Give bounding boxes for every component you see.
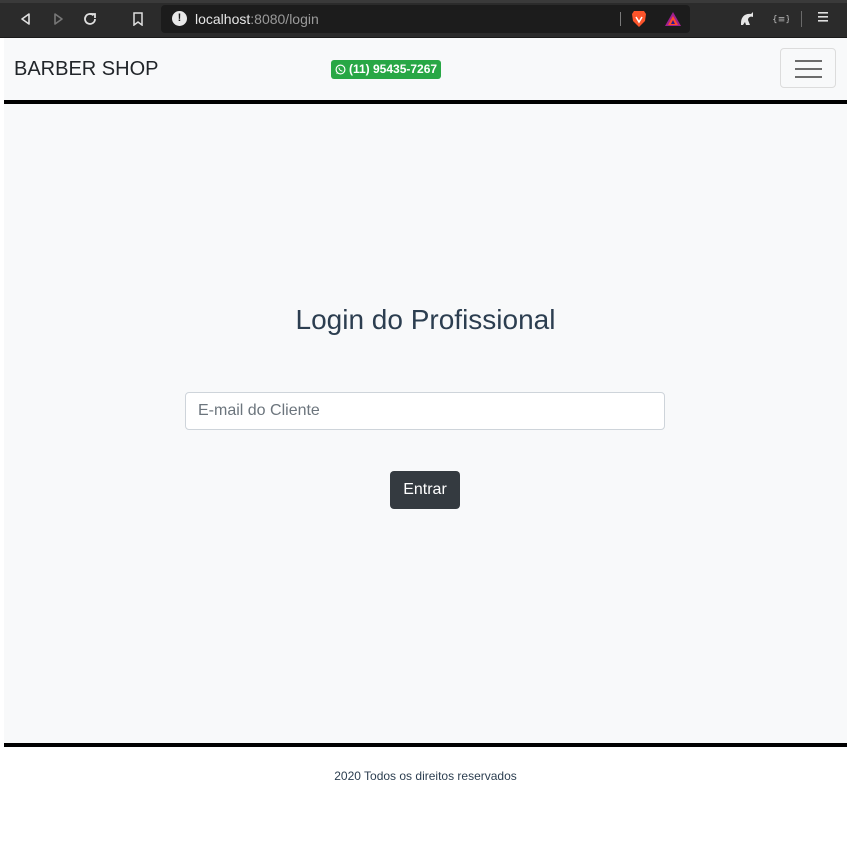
url-text[interactable]: localhost:8080/login <box>195 11 319 27</box>
footer: 2020 Todos os direitos reservados <box>4 747 847 855</box>
whatsapp-icon <box>335 64 346 75</box>
forward-icon[interactable] <box>48 9 68 29</box>
wallet-icon[interactable]: {≡} <box>771 11 791 29</box>
svg-text:{≡}: {≡} <box>772 15 789 25</box>
navbar: BARBER SHOP (11) 95435-7267 <box>4 38 847 100</box>
navbar-toggler-button[interactable] <box>780 48 836 88</box>
email-input[interactable] <box>185 392 665 430</box>
toolbar-divider <box>801 11 802 27</box>
hamburger-icon-bar <box>795 68 822 70</box>
brave-shields-icon[interactable] <box>631 10 647 28</box>
site-info-icon[interactable]: ! <box>172 11 187 26</box>
tab-strip <box>0 0 847 3</box>
web-page: BARBER SHOP (11) 95435-7267 Login do Pro… <box>0 38 847 855</box>
back-icon[interactable] <box>16 9 36 29</box>
copyright-text: 2020 Todos os direitos reservados <box>334 769 517 783</box>
page-title: Login do Profissional <box>295 304 556 335</box>
menu-icon[interactable] <box>816 10 834 28</box>
reload-icon[interactable] <box>80 9 100 29</box>
url-divider <box>620 12 621 26</box>
hamburger-icon <box>795 60 822 62</box>
brave-rewards-icon[interactable] <box>664 11 682 27</box>
phone-number: (11) 95435-7267 <box>349 62 438 76</box>
whatsapp-badge[interactable]: (11) 95435-7267 <box>331 60 442 79</box>
hamburger-icon-bar <box>795 76 822 78</box>
extension-icon[interactable] <box>738 10 756 28</box>
browser-toolbar: ! localhost:8080/login {≡} <box>0 0 847 38</box>
url-host: localhost <box>195 11 251 27</box>
brand-link[interactable]: BARBER SHOP <box>14 58 158 81</box>
bookmark-icon[interactable] <box>128 9 148 29</box>
login-section: Login do Profissional Entrar <box>4 104 847 743</box>
url-path: :8080/login <box>250 11 319 27</box>
login-button[interactable]: Entrar <box>390 471 460 509</box>
address-bar[interactable]: ! localhost:8080/login <box>161 5 690 33</box>
